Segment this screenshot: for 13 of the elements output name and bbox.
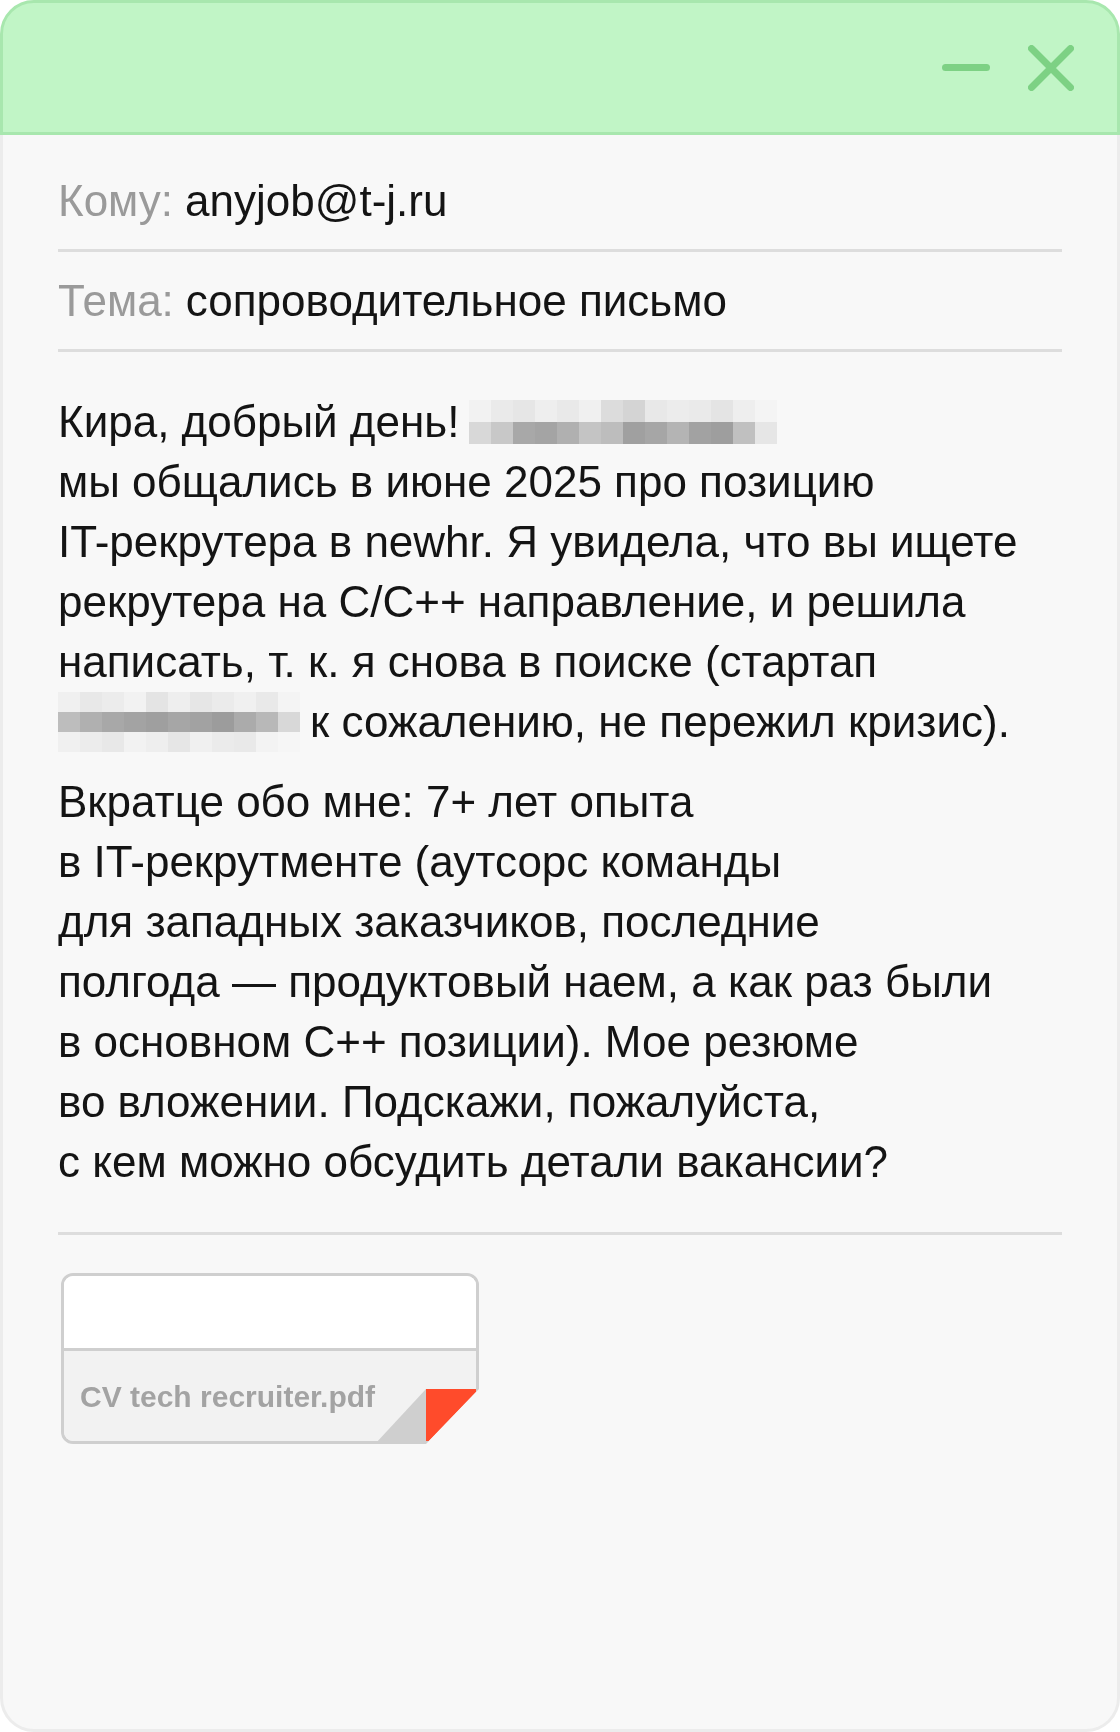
minimize-icon (942, 64, 990, 71)
recipient-input[interactable]: anyjob@t-j.ru (185, 167, 1062, 234)
attachment-filename: CV tech recruiter.pdf (80, 1378, 376, 1415)
close-button[interactable] (1028, 44, 1074, 91)
recipient-label: Кому: (58, 174, 174, 227)
close-icon (1028, 44, 1074, 91)
message-text: Кира, добрый день! (58, 396, 460, 448)
subject-input[interactable]: сопроводительное письмо (185, 267, 1062, 334)
message-text: к сожалению, не пережил кризис). (310, 696, 1010, 748)
message-text: Вкратце обо мне: 7+ лет опыта в IT-рекрутменте (аутсорс команды для западных заказчиков, последние полгода — продуктовый наем, а как раз были в основном C++ позиции). Мое резюме во вложении. Подскажи, пожалуйста, с кем можно обсудить детали вакансии? (58, 776, 993, 1188)
subject-label: Тема: (58, 274, 174, 327)
minimize-button[interactable] (942, 64, 990, 71)
folded-corner-icon (375, 1389, 476, 1441)
